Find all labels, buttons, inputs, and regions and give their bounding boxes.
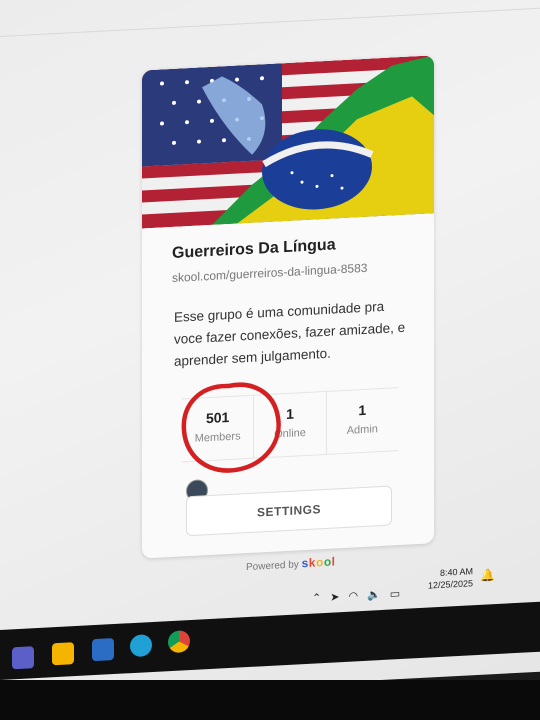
stat-online-value: 1 (286, 405, 294, 423)
edge-icon[interactable] (130, 634, 152, 658)
stat-online-label: Online (274, 426, 306, 441)
group-stats: 501 Members 1 Online 1 Admin (182, 387, 398, 463)
teams-icon[interactable] (12, 646, 34, 670)
group-description: Esse grupo é uma comunidade pra voce faz… (174, 298, 406, 369)
group-banner-image (142, 55, 434, 229)
notification-bell-icon[interactable]: 🔔 (480, 568, 495, 583)
battery-icon[interactable]: ▭ (390, 587, 400, 601)
volume-icon[interactable]: 🔈 (367, 588, 381, 602)
group-url[interactable]: skool.com/guerreiros-da-lingua-8583 (172, 261, 367, 285)
stat-members[interactable]: 501 Members (182, 395, 255, 462)
chevron-up-icon[interactable]: ⌃ (312, 591, 321, 604)
group-card: Guerreiros Da Língua skool.com/guerreiro… (142, 55, 434, 559)
stat-members-label: Members (194, 430, 241, 445)
stat-admin-label: Admin (346, 423, 378, 437)
store-icon[interactable] (92, 638, 114, 662)
stat-admin[interactable]: 1 Admin (327, 388, 398, 454)
monitor-screen: Guerreiros Da Língua skool.com/guerreiro… (0, 0, 540, 700)
clock-date: 12/25/2025 (428, 578, 474, 591)
location-icon[interactable]: ➤ (330, 590, 339, 603)
system-tray: ⌃ ➤ ◠ 🔈 ▭ (312, 583, 400, 608)
file-explorer-icon[interactable] (52, 642, 74, 666)
wifi-icon[interactable]: ◠ (348, 589, 358, 603)
taskbar-clock[interactable]: 8:40 AM 12/25/2025 (428, 565, 473, 591)
browser-top-border (0, 7, 540, 38)
powered-by-text: Powered by (246, 559, 299, 574)
stat-members-value: 501 (205, 408, 230, 427)
powered-by-skool[interactable]: Powered by skool (246, 554, 336, 573)
skool-logo: skool (301, 554, 336, 571)
settings-button[interactable]: SETTINGS (186, 485, 392, 537)
chrome-icon[interactable] (168, 630, 190, 654)
group-title: Guerreiros Da Língua (172, 236, 336, 262)
stat-online[interactable]: 1 Online (254, 391, 327, 458)
stat-admin-value: 1 (358, 401, 367, 419)
monitor-bezel (0, 680, 540, 720)
